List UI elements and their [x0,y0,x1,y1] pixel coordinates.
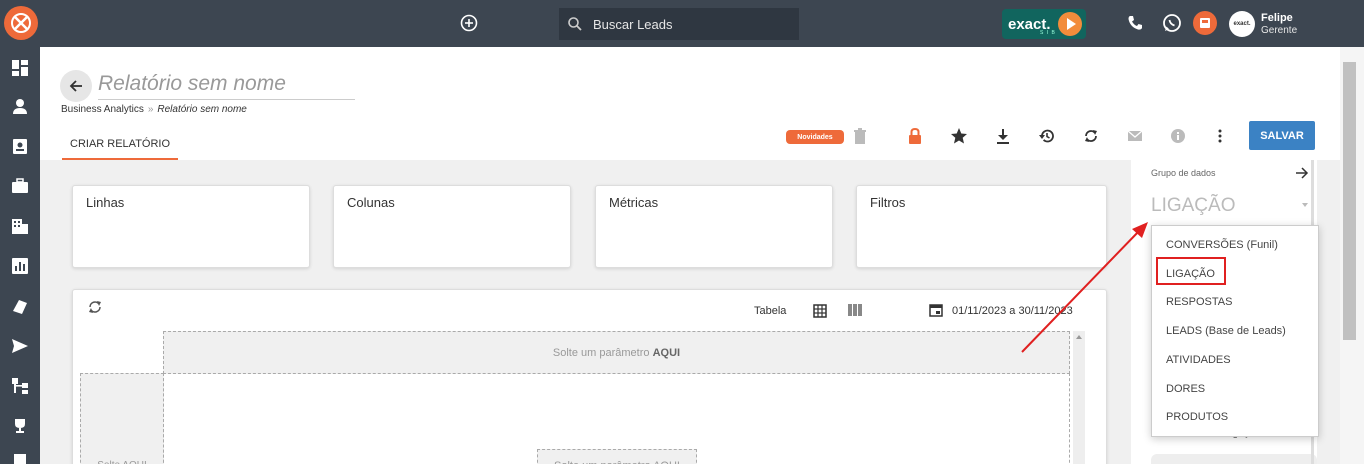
pivot-table-panel: Tabela 01/11/2023 a 30/11/2023 Solte um … [72,289,1107,464]
dropdown-option[interactable]: LEADS (Base de Leads) [1166,325,1286,337]
trash-icon[interactable] [851,127,869,145]
highlight-box [1156,257,1226,285]
play-icon [1058,12,1082,36]
more-vert-icon[interactable] [1211,127,1229,145]
send-icon[interactable] [11,337,29,355]
building-icon[interactable] [11,217,29,235]
arrow-right-icon[interactable] [1295,166,1309,180]
avatar[interactable]: exact. [1229,11,1255,37]
cards-icon[interactable] [11,297,29,315]
contact-card-icon[interactable] [11,137,29,155]
card-title: Colunas [347,195,395,210]
logo-icon [11,13,31,33]
drop-zone-text: Solte um parâmetro [552,346,650,359]
card-metricas[interactable]: Métricas [595,185,833,268]
history-icon[interactable] [1038,127,1056,145]
search-box[interactable] [559,8,799,40]
breadcrumb: Business Analytics» Relatório sem nome [61,104,247,115]
calendar-icon[interactable] [928,302,944,318]
columns-view-icon[interactable] [847,302,863,318]
add-icon[interactable] [459,13,479,33]
card-title: Filtros [870,195,906,210]
person-icon[interactable] [11,97,29,115]
report-header: Relatório sem nome Business Analytics» Re… [40,47,1340,160]
sync-icon[interactable] [1082,127,1100,145]
dropdown-option[interactable]: ATIVIDADES [1166,354,1231,366]
drop-zone-strong: AQUI [652,346,681,359]
back-button[interactable] [60,70,92,102]
breadcrumb-separator: » [147,104,154,115]
scroll-up-icon[interactable] [1073,331,1085,343]
star-icon[interactable] [950,127,968,145]
breadcrumb-root[interactable]: Business Analytics [61,104,144,115]
app-logo[interactable] [4,6,38,40]
dropdown-option[interactable]: DORES [1166,383,1205,395]
page-scrollbar-thumb[interactable] [1343,62,1356,340]
data-group-select[interactable]: LIGAÇÃO [1151,195,1235,217]
arrow-left-icon [69,80,82,92]
view-label: Tabela [754,305,787,317]
report-title[interactable]: Relatório sem nome [98,72,355,100]
brand-subtext: S I B [1040,30,1056,36]
dashboard-icon[interactable] [11,59,29,77]
search-input[interactable] [593,16,783,32]
briefcase-icon[interactable] [11,177,29,195]
group-label: Grupo de dados [1151,168,1216,178]
notifications-icon[interactable] [1193,11,1217,35]
card-linhas[interactable]: Linhas [72,185,310,268]
sidebar [0,47,40,464]
dropdown-option[interactable]: PRODUTOS [1166,411,1228,423]
save-button[interactable]: SALVAR [1249,121,1315,150]
card-title: Métricas [609,195,659,210]
info-icon[interactable] [1169,127,1187,145]
user-role: Gerente [1261,25,1298,36]
card-filtros[interactable]: Filtros [856,185,1107,268]
lock-icon[interactable] [906,127,924,145]
search-icon [568,17,582,31]
table-scrollbar[interactable] [1073,331,1085,464]
tab-criar-relatorio[interactable]: CRIAR RELATÓRIO [62,133,179,160]
download-icon[interactable] [994,127,1012,145]
trophy-icon[interactable] [11,417,29,435]
chevron-down-icon[interactable] [1302,203,1308,207]
drop-zone-metrics[interactable]: Solte um parâmetro AQUI [537,449,697,464]
drop-zone-columns[interactable]: Solte um parâmetro AQUI [163,331,1070,374]
card-colunas[interactable]: Colunas [333,185,571,268]
email-icon[interactable] [1126,127,1144,145]
panel-item[interactable] [1151,454,1317,464]
table-view-icon[interactable] [812,303,828,319]
dropdown-option[interactable]: RESPOSTAS [1166,296,1232,308]
date-range[interactable]: 01/11/2023 a 30/11/2023 [952,305,1073,317]
card-title: Linhas [86,195,125,210]
exact-brand-badge[interactable]: exact. S I B [1002,9,1086,39]
analytics-icon[interactable] [11,257,29,275]
hierarchy-icon[interactable] [11,377,29,395]
dropdown-option[interactable]: CONVERSÕES (Funil) [1166,239,1278,251]
phone-icon[interactable] [1124,12,1146,34]
drop-zone-rows[interactable]: Solte AQUI [80,373,164,464]
document-icon[interactable] [11,453,29,464]
whatsapp-icon[interactable] [1161,12,1183,34]
refresh-icon[interactable] [87,299,103,315]
top-bar: exact. S I B exact. Felipe Gerente [0,0,1364,47]
breadcrumb-current: Relatório sem nome [157,104,247,115]
novidades-badge[interactable]: Novidades [786,130,844,144]
user-name[interactable]: Felipe [1261,12,1293,24]
